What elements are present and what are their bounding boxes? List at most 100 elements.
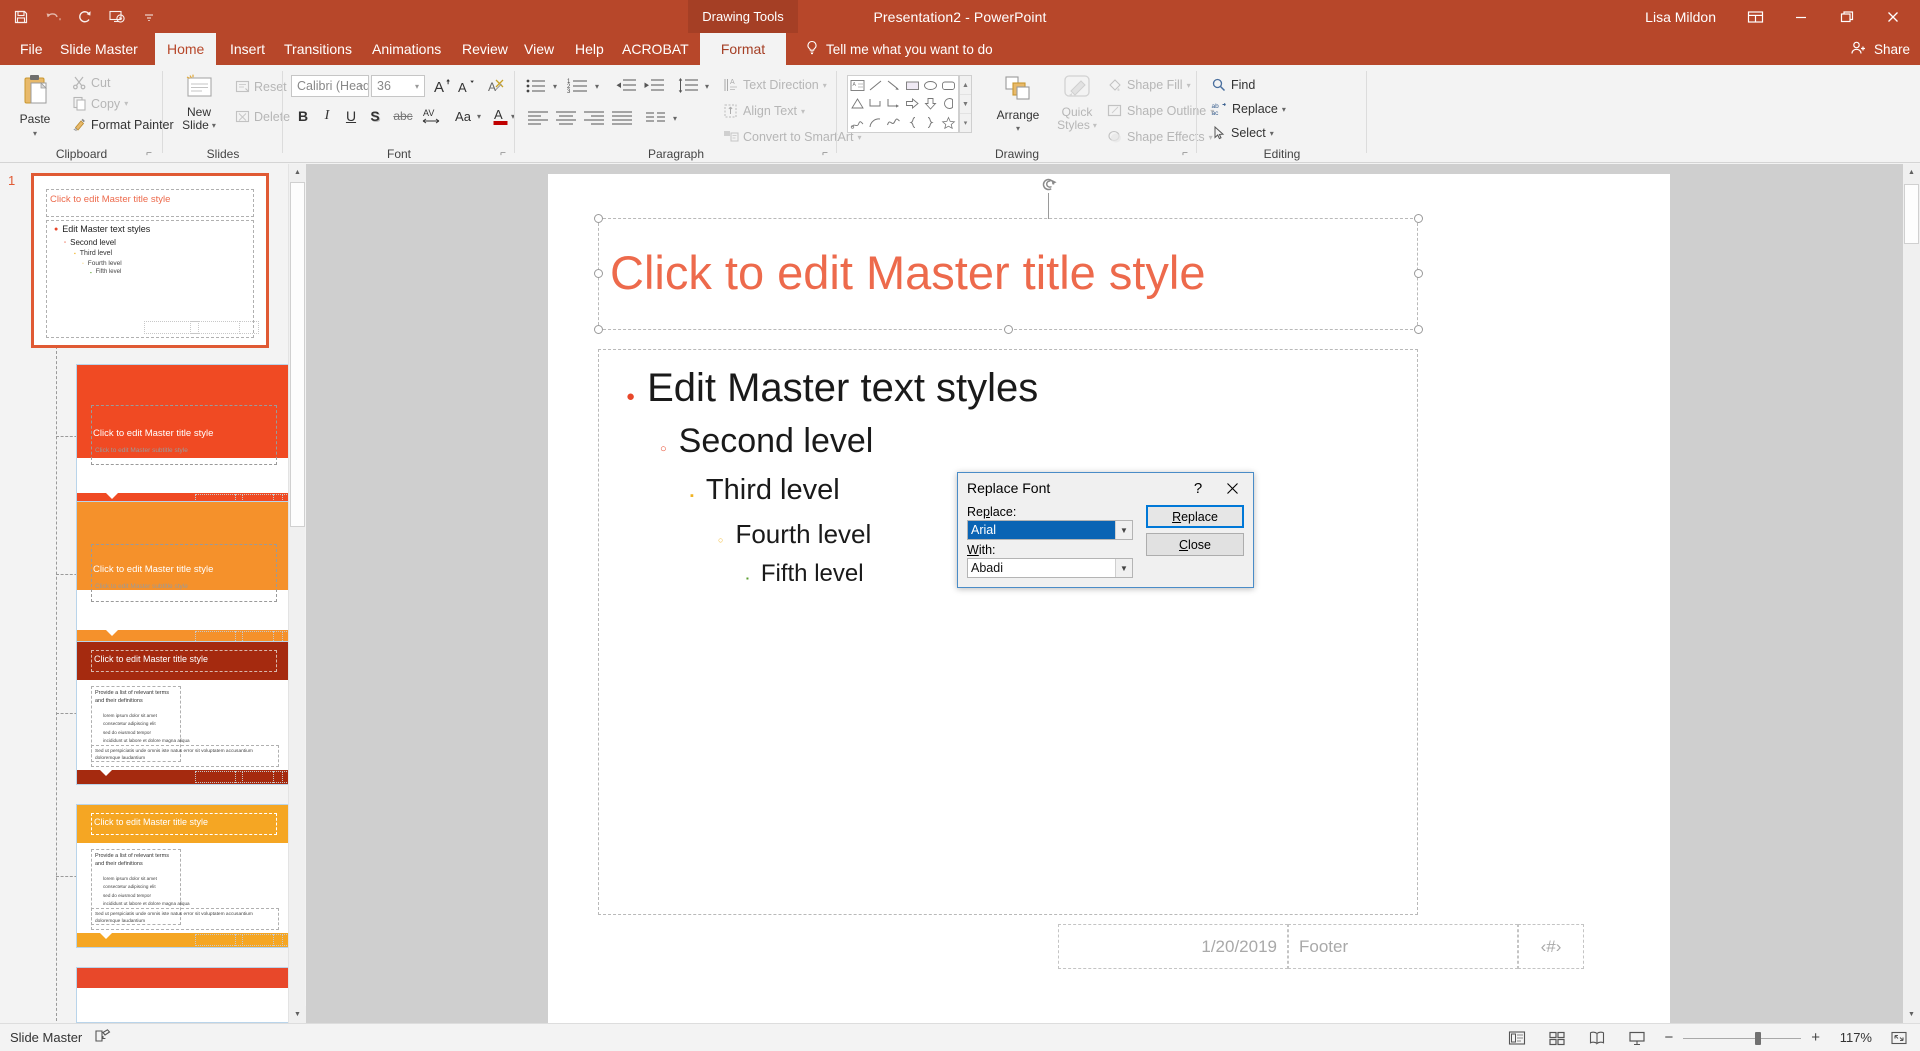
shape-pie[interactable] (940, 95, 958, 114)
share-button[interactable]: Share (1850, 33, 1910, 65)
change-case-caret[interactable]: ▾ (473, 105, 485, 127)
normal-view-button[interactable] (1504, 1027, 1530, 1049)
paragraph-dialog-launcher[interactable]: ⌐ (819, 148, 831, 160)
tab-animations[interactable]: Animations (360, 33, 453, 65)
gallery-more-icon[interactable]: ▾ (960, 114, 971, 132)
clear-formatting-button[interactable]: A (485, 76, 507, 96)
shape-textbox[interactable]: A (848, 76, 866, 95)
date-placeholder[interactable]: 1/20/2019 (1058, 924, 1288, 969)
format-painter-button[interactable]: Format Painter (72, 117, 174, 132)
align-right-button[interactable] (581, 107, 607, 129)
shape-oval[interactable] (921, 76, 939, 95)
tab-home[interactable]: Home (155, 33, 217, 65)
arrange-button[interactable]: Arrange ▾ (987, 73, 1049, 135)
tab-review[interactable]: Review (450, 33, 520, 65)
chevron-down-icon[interactable]: ▾ (33, 127, 37, 140)
close-button[interactable] (1870, 0, 1916, 33)
shrink-font-button[interactable]: A (455, 76, 477, 96)
align-left-button[interactable] (525, 107, 551, 129)
tab-transitions[interactable]: Transitions (272, 33, 364, 65)
chevron-down-icon[interactable]: ▾ (1093, 119, 1097, 132)
shape-curve[interactable] (885, 113, 903, 132)
shape-rounded-rectangle[interactable] (940, 76, 958, 95)
resize-handle-nw[interactable] (594, 214, 603, 223)
shapes-gallery-scroll[interactable]: ▲ ▼ ▾ (959, 75, 972, 133)
zoom-slider[interactable] (1683, 1030, 1802, 1046)
paste-button[interactable]: Paste ▾ (8, 73, 62, 140)
numbering-button[interactable]: 123 (565, 75, 591, 97)
new-slide-button[interactable]: New Slide ▾ (173, 73, 225, 132)
notes-icon[interactable] (94, 1028, 112, 1047)
quick-styles-button[interactable]: Quick Styles ▾ (1051, 73, 1103, 132)
slide-canvas[interactable]: Click to edit Master title style ● Edit … (548, 174, 1670, 1030)
scroll-down-arrow-icon[interactable]: ▼ (1903, 1006, 1920, 1023)
font-name-combo[interactable]: Calibri (Headin ▾ (291, 75, 369, 97)
character-spacing-button[interactable]: AV (420, 105, 450, 127)
grow-font-button[interactable]: A (431, 76, 453, 96)
body-level-4[interactable]: ○ Fourth level (718, 519, 871, 550)
slide-thumbnail-panel[interactable]: 1 Click to edit Master title style ● Edi… (0, 164, 296, 1023)
zoom-slider-knob[interactable] (1755, 1031, 1762, 1045)
slide-edit-area[interactable]: Click to edit Master title style ● Edit … (306, 164, 1920, 1030)
shape-triangle[interactable] (848, 95, 866, 114)
chevron-down-icon[interactable]: ▾ (359, 82, 363, 91)
zoom-in-button[interactable]: + (1811, 1029, 1820, 1046)
replace-button[interactable]: ab ac Replace ▾ (1211, 101, 1286, 117)
font-size-combo[interactable]: 36 ▾ (371, 75, 425, 97)
tab-insert[interactable]: Insert (218, 33, 277, 65)
gallery-scroll-down-icon[interactable]: ▼ (960, 95, 971, 114)
ribbon-display-options-button[interactable] (1732, 0, 1778, 33)
shape-right-arrow[interactable] (903, 95, 921, 114)
scrollbar-thumb[interactable] (290, 182, 305, 527)
shape-rectangle[interactable] (903, 76, 921, 95)
chevron-down-icon[interactable]: ▼ (1115, 521, 1132, 539)
resize-handle-sw[interactable] (594, 325, 603, 334)
tab-help[interactable]: Help (563, 33, 616, 65)
clipboard-dialog-launcher[interactable]: ⌐ (143, 148, 155, 160)
close-dialog-button[interactable]: Close (1146, 533, 1244, 556)
content-layout-red-partial-thumbnail[interactable] (76, 967, 292, 1023)
slide-title-placeholder-text[interactable]: Click to edit Master title style (610, 246, 1206, 300)
numbering-caret[interactable]: ▾ (591, 75, 603, 97)
edit-area-scrollbar[interactable]: ▲ ▼ (1903, 164, 1920, 1023)
resize-handle-s[interactable] (1004, 325, 1013, 334)
shape-star[interactable] (940, 113, 958, 132)
tell-me-search[interactable]: Tell me what you want to do (805, 33, 993, 65)
resize-handle-w[interactable] (594, 269, 603, 278)
title-slide-layout-orange-thumbnail[interactable]: Click to edit Master title style Click t… (76, 501, 292, 645)
underline-button[interactable]: U (341, 105, 361, 127)
shape-down-arrow[interactable] (921, 95, 939, 114)
bullets-caret[interactable]: ▾ (549, 75, 561, 97)
tab-acrobat[interactable]: ACROBAT (610, 33, 701, 65)
replace-font-combo[interactable]: Arial ▼ (967, 520, 1133, 540)
font-dialog-launcher[interactable]: ⌐ (497, 148, 509, 160)
columns-button[interactable] (643, 107, 669, 129)
scrollbar-thumb[interactable] (1904, 184, 1919, 244)
content-layout-amber-thumbnail[interactable]: Click to edit Master title style Provide… (76, 804, 292, 948)
line-spacing-caret[interactable]: ▾ (701, 75, 713, 97)
chevron-down-icon[interactable]: ▾ (212, 119, 216, 132)
zoom-out-button[interactable]: − (1664, 1029, 1673, 1046)
shape-elbow-connector[interactable] (866, 95, 884, 114)
replace-confirm-button[interactable]: Replace (1146, 505, 1244, 528)
chevron-down-icon[interactable]: ▾ (415, 82, 419, 91)
shape-elbow-arrow-connector[interactable] (885, 95, 903, 114)
increase-indent-button[interactable] (641, 75, 667, 97)
chevron-down-icon[interactable]: ▾ (823, 81, 827, 90)
slide-number-placeholder[interactable]: ‹#› (1518, 924, 1584, 969)
restore-button[interactable] (1824, 0, 1870, 33)
with-font-combo[interactable]: Abadi ▼ (967, 558, 1133, 578)
shape-left-brace[interactable] (903, 113, 921, 132)
change-case-button[interactable]: Aa (451, 105, 475, 127)
fit-to-window-button[interactable] (1886, 1027, 1912, 1049)
line-spacing-button[interactable] (675, 75, 701, 97)
resize-handle-se[interactable] (1414, 325, 1423, 334)
rotate-handle[interactable] (1039, 175, 1059, 195)
body-level-5[interactable]: ▪ Fifth level (746, 560, 864, 588)
scroll-down-arrow-icon[interactable]: ▼ (289, 1006, 306, 1023)
bullets-button[interactable] (523, 75, 549, 97)
slide-master-thumbnail[interactable]: Click to edit Master title style ● Edit … (31, 173, 269, 348)
tab-view[interactable]: View (512, 33, 566, 65)
shape-right-brace[interactable] (921, 113, 939, 132)
body-level-1[interactable]: ● Edit Master text styles (626, 366, 1038, 411)
